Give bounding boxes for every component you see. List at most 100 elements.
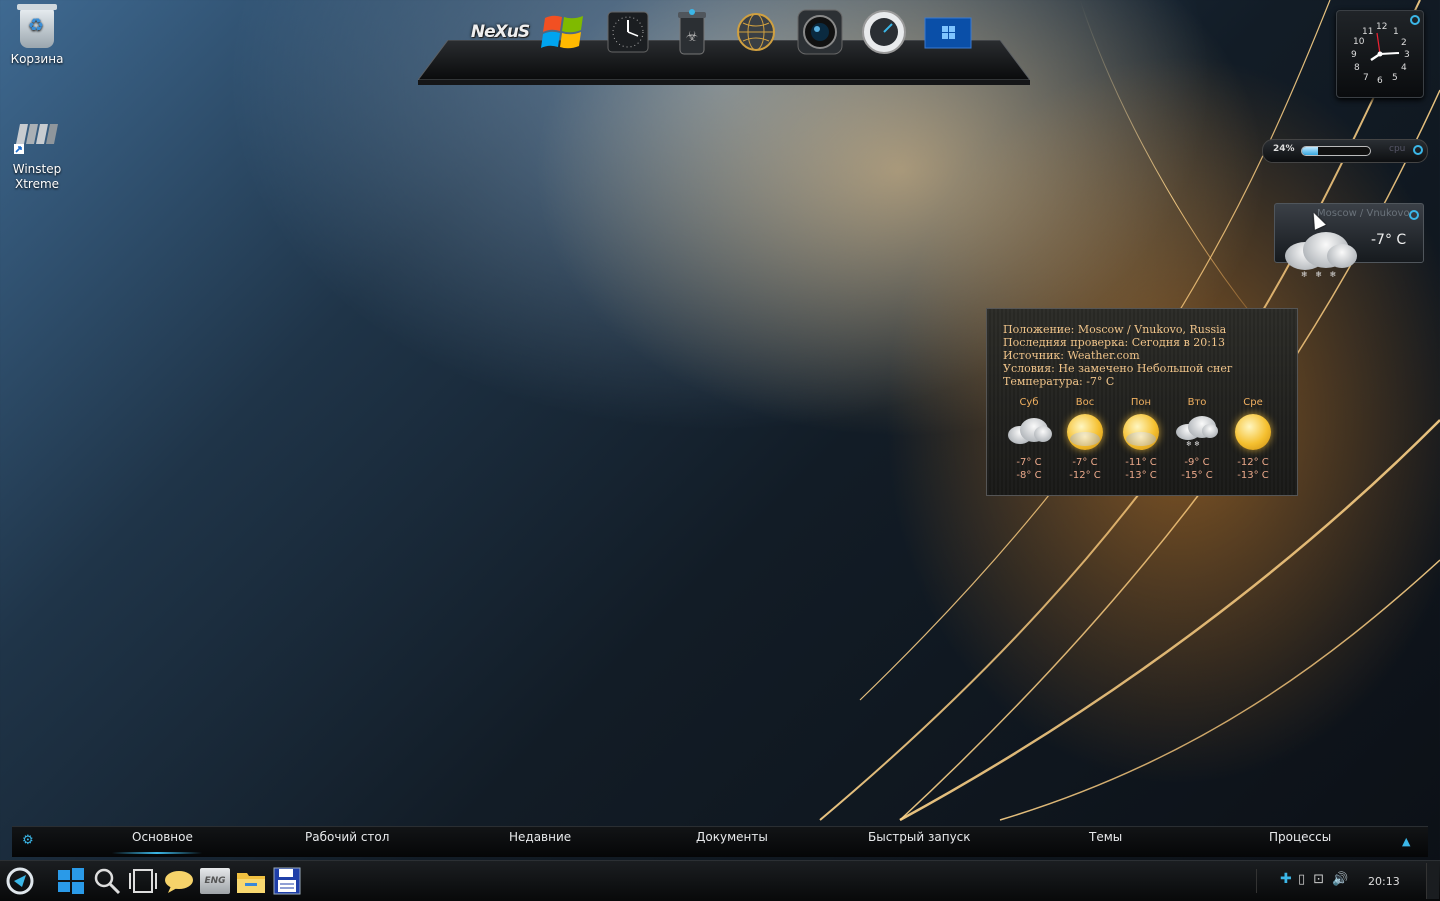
weather-location-line: Положение: Moscow / Vnukovo, Russia bbox=[1003, 323, 1227, 336]
show-desktop-button[interactable] bbox=[1426, 863, 1439, 899]
dock-item-globe[interactable] bbox=[730, 6, 782, 58]
taskbar-search-button[interactable] bbox=[90, 864, 124, 898]
weather-details: Положение: Moscow / Vnukovo, Russia Посл… bbox=[1003, 323, 1233, 388]
taskbar-save-app-button[interactable] bbox=[270, 864, 304, 898]
tray-separator bbox=[1256, 869, 1257, 893]
taskbar-chat-button[interactable] bbox=[162, 864, 196, 898]
forecast-low: -13° C bbox=[1125, 470, 1157, 481]
winstep-icon bbox=[14, 124, 58, 154]
forecast-day-name: Вос bbox=[1075, 397, 1095, 408]
weather-conditions-line: Условия: Не замечено Небольшой снег bbox=[1003, 362, 1233, 375]
snow-cloud-icon: ❄ ❄ ❄ bbox=[1281, 228, 1361, 288]
tab-processes[interactable]: Процессы bbox=[1269, 830, 1331, 844]
windows-flag-icon bbox=[541, 15, 583, 49]
floppy-disk-icon bbox=[273, 867, 301, 895]
desktop-icon-recycle-bin[interactable]: Корзина bbox=[0, 4, 74, 67]
recycle-bin-icon bbox=[17, 4, 57, 48]
forecast-low: -15° C bbox=[1181, 470, 1213, 481]
cpu-label: cpu bbox=[1389, 144, 1406, 154]
system-tray-icons[interactable]: ▯ ⊡ 🔊 bbox=[1298, 872, 1351, 887]
partly-sunny-icon bbox=[1062, 412, 1108, 452]
tab-recent[interactable]: Недавние bbox=[509, 830, 571, 844]
weather-checked-line: Последняя проверка: Сегодня в 20:13 bbox=[1003, 336, 1225, 349]
gadget-settings-icon[interactable] bbox=[1413, 145, 1423, 155]
weather-temperature-line: Температура: -7° C bbox=[1003, 375, 1115, 388]
forecast-low: -12° C bbox=[1069, 470, 1101, 481]
collapse-icon[interactable]: ▲ bbox=[1402, 835, 1410, 848]
cpu-bar-fill bbox=[1302, 147, 1319, 155]
forecast-high: -7° C bbox=[1072, 457, 1098, 468]
nexus-logo-icon: NeXuS bbox=[470, 22, 530, 42]
weather-location: Moscow / Vnukovo bbox=[1317, 208, 1410, 219]
forecast-day: Вос -7° C -12° C bbox=[1057, 397, 1113, 482]
camera-lens-icon bbox=[797, 9, 843, 55]
clock-app-icon bbox=[607, 11, 649, 53]
forecast-day-name: Вто bbox=[1187, 397, 1207, 408]
dock-item-desktop[interactable] bbox=[922, 6, 974, 58]
weather-source-line: Источник: Weather.com bbox=[1003, 349, 1140, 362]
cpu-meter-gadget[interactable]: 24% cpu bbox=[1262, 139, 1428, 163]
taskbar-windows-button[interactable] bbox=[54, 864, 88, 898]
weather-flyout: Положение: Moscow / Vnukovo, Russia Посл… bbox=[986, 308, 1298, 496]
desktop-icon-label: Winstep Xtreme bbox=[12, 162, 62, 191]
windows-logo-icon bbox=[58, 868, 84, 894]
language-label: ENG bbox=[204, 876, 226, 886]
taskbar: ENG ✚ ▯ ⊡ 🔊 20:13 bbox=[0, 860, 1440, 901]
desktop-icon-label: Корзина bbox=[10, 52, 64, 66]
desktop-icon-winstep-xtreme[interactable]: Winstep Xtreme bbox=[0, 120, 74, 192]
forecast-day-name: Суб bbox=[1019, 397, 1039, 408]
taskbar-explorer-button[interactable] bbox=[234, 864, 268, 898]
forecast-day-name: Сре bbox=[1243, 397, 1263, 408]
keyboard-icon: ENG bbox=[200, 868, 230, 894]
snow-icon: ❄ ❄ bbox=[1174, 412, 1220, 452]
top-dock: NeXuS ☣ bbox=[418, 6, 1030, 88]
forecast-day-name: Пон bbox=[1130, 397, 1152, 408]
taskbar-task-view-button[interactable] bbox=[126, 864, 160, 898]
folder-icon bbox=[237, 873, 265, 893]
search-icon bbox=[94, 868, 121, 895]
speedometer-icon bbox=[862, 10, 906, 54]
dock-item-camera[interactable] bbox=[794, 6, 846, 58]
chat-bubble-icon bbox=[165, 871, 193, 893]
dock-item-nexus[interactable]: NeXuS bbox=[470, 6, 530, 58]
forecast-day: Суб -7° C -8° C bbox=[1001, 397, 1057, 482]
forecast-high: -11° C bbox=[1125, 457, 1157, 468]
dock-item-windows[interactable] bbox=[538, 6, 590, 58]
task-view-icon bbox=[129, 869, 157, 893]
taskbar-clock[interactable]: 20:13 bbox=[1368, 875, 1400, 888]
partly-sunny-icon bbox=[1118, 412, 1164, 452]
shelf-menu-bar: ⚙ Основное Рабочий стол Недавние Докумен… bbox=[12, 826, 1428, 857]
winstep-start-icon bbox=[6, 867, 34, 895]
forecast-high: -7° C bbox=[1016, 457, 1042, 468]
start-button[interactable] bbox=[3, 864, 37, 898]
dock-item-bin[interactable]: ☣ bbox=[666, 6, 718, 58]
forecast-low: -13° C bbox=[1237, 470, 1269, 481]
tab-desktop[interactable]: Рабочий стол bbox=[305, 830, 389, 844]
tab-quick-launch[interactable]: Быстрый запуск bbox=[868, 830, 971, 844]
gadget-settings-icon[interactable] bbox=[1409, 210, 1419, 220]
svg-text:☣: ☣ bbox=[686, 29, 699, 45]
weather-gadget[interactable]: Moscow / Vnukovo ❄ ❄ ❄ -7° C bbox=[1274, 203, 1424, 279]
forecast-day: Пон -11° C -13° C bbox=[1113, 397, 1169, 482]
cloudy-icon bbox=[1006, 412, 1052, 452]
dock-item-clock[interactable] bbox=[602, 6, 654, 58]
forecast-high: -12° C bbox=[1237, 457, 1269, 468]
tab-themes[interactable]: Темы bbox=[1089, 830, 1122, 844]
weather-temperature: -7° C bbox=[1371, 232, 1407, 248]
cpu-bar bbox=[1301, 146, 1371, 156]
dock-item-speedometer[interactable] bbox=[858, 6, 910, 58]
tab-main[interactable]: Основное bbox=[132, 830, 193, 844]
forecast-high: -9° C bbox=[1184, 457, 1210, 468]
gear-icon[interactable]: ⚙ bbox=[22, 834, 36, 848]
forecast-day: Сре -12° C -13° C bbox=[1225, 397, 1281, 482]
show-hidden-icons-icon[interactable]: ✚ bbox=[1280, 871, 1292, 887]
cpu-percent: 24% bbox=[1273, 144, 1295, 154]
taskbar-language-button[interactable]: ENG bbox=[198, 864, 232, 898]
forecast-low: -8° C bbox=[1016, 470, 1042, 481]
windows-desktop-icon bbox=[924, 17, 972, 49]
forecast-day: Вто ❄ ❄ -9° C -15° C bbox=[1169, 397, 1225, 482]
clock-hands bbox=[1370, 32, 1400, 62]
clock-gadget[interactable]: 12 1 2 3 4 5 6 7 8 9 10 11 bbox=[1336, 10, 1424, 98]
tab-documents[interactable]: Документы bbox=[696, 830, 768, 844]
active-tab-indicator bbox=[112, 852, 202, 854]
